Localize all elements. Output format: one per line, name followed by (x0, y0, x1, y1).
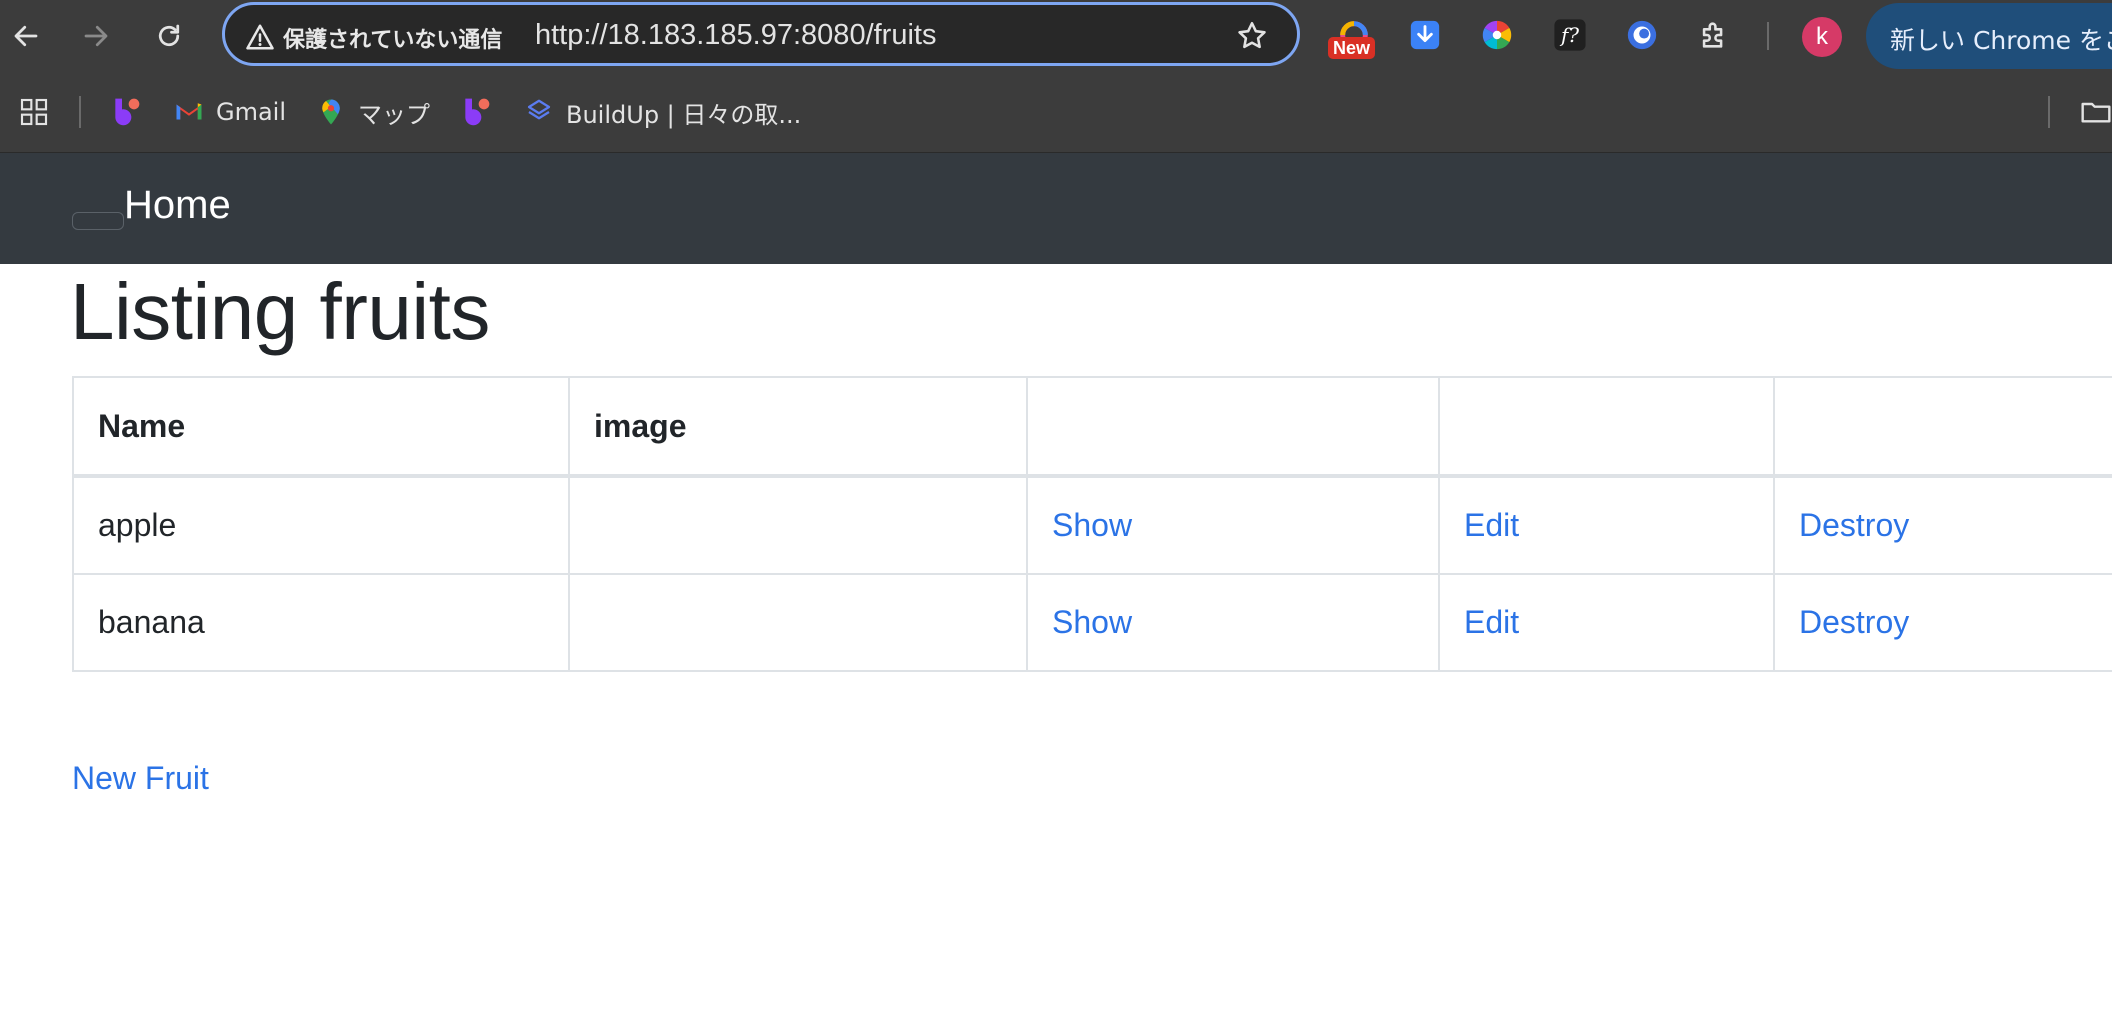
buildup-logo-icon (527, 99, 551, 120)
site-navbar: Home (0, 153, 2112, 264)
edit-cell: Edit (1438, 475, 1775, 575)
other-bookmarks-button[interactable] (2080, 94, 2112, 130)
extension-font-button[interactable]: f? (1550, 15, 1590, 55)
table-row: banana Show Edit Destroy (72, 573, 2112, 672)
forward-button[interactable] (74, 14, 118, 58)
purple-logo-icon (115, 98, 140, 126)
column-header-edit (1438, 376, 1775, 478)
destroy-cell: Destroy (1773, 475, 2112, 575)
table-header-row: Name image (72, 376, 2112, 478)
edit-link[interactable]: Edit (1464, 604, 1519, 640)
chrome-update-pill[interactable]: 新しい Chrome をご (1866, 3, 2112, 69)
security-warning-chip[interactable] (245, 21, 275, 53)
bookmarks-separator (79, 96, 81, 128)
show-cell: Show (1026, 475, 1440, 575)
show-link[interactable]: Show (1052, 604, 1132, 640)
show-link[interactable]: Show (1052, 507, 1132, 543)
url-text[interactable]: http://18.183.185.97:8080/fruits (535, 19, 936, 52)
extensions-menu-button[interactable] (1694, 15, 1734, 55)
bookmark-star-icon[interactable] (1235, 19, 1269, 53)
fruit-name-cell: banana (72, 573, 570, 672)
edit-link[interactable]: Edit (1464, 507, 1519, 543)
bookmark-item[interactable] (110, 94, 154, 130)
navbar-toggler[interactable] (72, 212, 124, 230)
show-cell: Show (1026, 573, 1440, 672)
puzzle-icon (1702, 22, 1723, 48)
security-label: 保護されていない通信 (283, 28, 503, 53)
column-header-name: Name (72, 376, 570, 478)
svg-text:f?: f? (1559, 24, 1579, 47)
folder-icon (2081, 102, 2111, 123)
profile-avatar[interactable]: k (1802, 17, 1842, 57)
column-header-destroy (1773, 376, 2112, 478)
destroy-link[interactable]: Destroy (1799, 604, 1909, 640)
page-title: Listing fruits (70, 267, 490, 356)
apps-button[interactable] (18, 94, 62, 130)
apps-grid-icon (20, 98, 48, 126)
bookmark-item[interactable] (460, 94, 504, 130)
arrow-left-icon (14, 25, 38, 47)
bookmarks-bar: Gmail マップ BuildUp | 日々の取... (0, 72, 2112, 153)
bookmark-buildup[interactable]: BuildUp | 日々の取... (524, 94, 801, 130)
globe-icon (1627, 20, 1657, 50)
bookmarks-separator (2048, 96, 2050, 128)
edit-cell: Edit (1438, 573, 1775, 672)
new-fruit-link[interactable]: New Fruit (72, 760, 209, 797)
toolbar-separator (1767, 22, 1769, 50)
table-row: apple Show Edit Destroy (72, 475, 2112, 575)
back-button[interactable] (4, 14, 48, 58)
browser-toolbar: 保護されていない通信 http://18.183.185.97:8080/fru… (0, 0, 2112, 72)
fruit-image-cell (568, 475, 1028, 575)
extension-globe-button[interactable] (1622, 15, 1662, 55)
download-icon (1410, 20, 1440, 50)
address-bar[interactable]: 保護されていない通信 http://18.183.185.97:8080/fru… (222, 2, 1300, 66)
fruit-image-cell (568, 573, 1028, 672)
reload-icon (158, 24, 180, 47)
bookmark-gmail[interactable]: Gmail (174, 94, 286, 130)
new-badge: New (1328, 37, 1376, 59)
column-header-image: image (568, 376, 1028, 478)
chrome-update-label: 新しい Chrome をご (1890, 26, 2112, 55)
extension-color-wheel-button[interactable] (1477, 15, 1517, 55)
warning-triangle-icon (246, 24, 274, 50)
font-question-icon: f? (1554, 19, 1586, 51)
color-wheel-icon (1482, 20, 1512, 50)
column-header-show (1026, 376, 1440, 478)
navbar-brand-home[interactable]: Home (124, 183, 231, 228)
fruit-name-cell: apple (72, 475, 570, 575)
reload-button[interactable] (147, 14, 191, 58)
destroy-cell: Destroy (1773, 573, 2112, 672)
fruits-table: Name image apple Show Edit Destroy banan… (72, 376, 2112, 672)
arrow-right-icon (84, 25, 108, 47)
maps-pin-icon (322, 99, 340, 125)
destroy-link[interactable]: Destroy (1799, 507, 1909, 543)
gmail-icon (176, 103, 202, 120)
purple-logo-icon (465, 98, 490, 126)
extension-download-button[interactable] (1405, 15, 1445, 55)
bookmark-maps[interactable]: マップ (316, 94, 430, 130)
